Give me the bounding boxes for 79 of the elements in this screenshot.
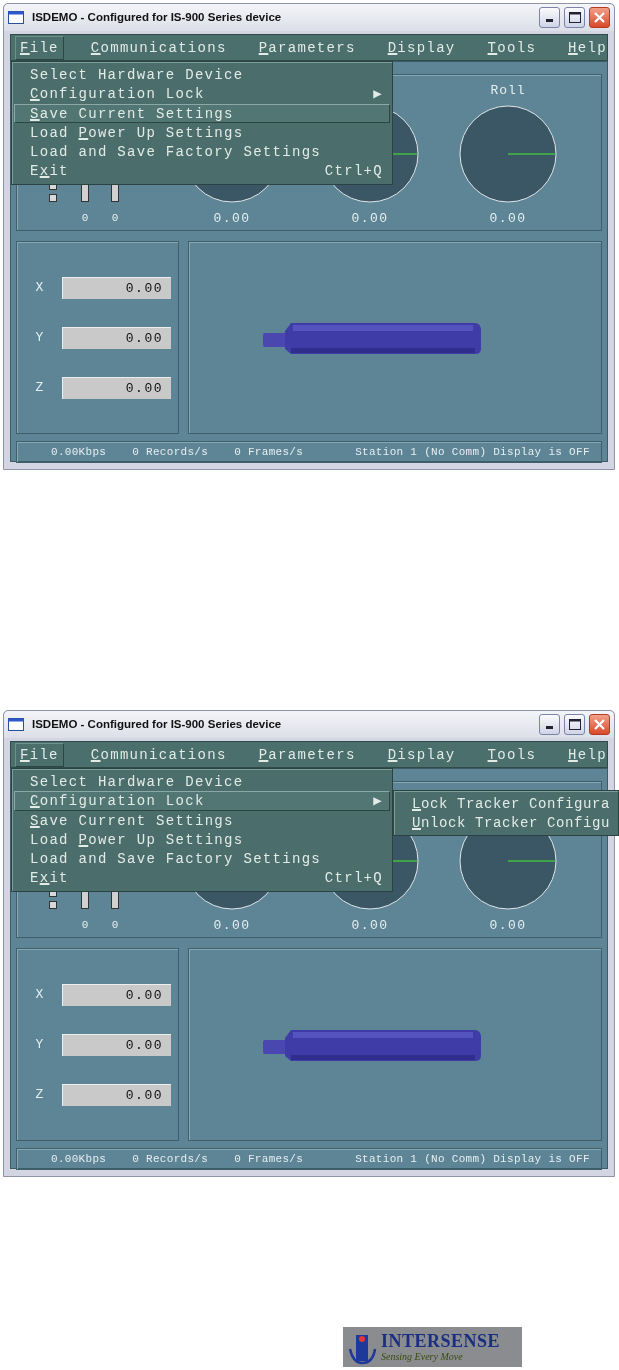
menu-item[interactable]: Load P ower Up Settings — [14, 122, 390, 143]
menu-item[interactable]: Communications — [85, 35, 232, 60]
menu-item[interactable]: Select Hardware Device — [14, 65, 390, 85]
minimize-icon — [546, 19, 553, 22]
logo-wordmark: INTERSENSE — [381, 1331, 501, 1351]
submenu-arrow: ▶ — [373, 792, 383, 810]
menu-item[interactable]: Load and Save Factory Settings — [14, 849, 390, 869]
maximize-button[interactable] — [564, 7, 585, 28]
status-text: 0.00Kbps — [51, 444, 107, 460]
gauge-value: 0 — [111, 211, 119, 226]
axis-label: Z — [34, 379, 45, 398]
minimize-button[interactable] — [539, 714, 560, 735]
shortcut-text: Ctrl+Q — [324, 869, 383, 887]
maximize-button[interactable] — [564, 714, 585, 735]
menu-item[interactable]: Parameters — [253, 35, 361, 60]
close-icon — [594, 719, 605, 730]
status-text: 0 Frames/s — [234, 1151, 304, 1167]
dial-reading: 0.00 — [489, 211, 527, 227]
submenu-arrow: ▶ — [373, 85, 383, 103]
status-text: 0.00Kbps — [51, 1151, 107, 1167]
menu-item[interactable]: Save Current Settings — [14, 810, 390, 830]
menu-item[interactable]: Display — [382, 35, 461, 60]
close-icon — [594, 12, 605, 23]
axis-label: Y — [34, 1036, 45, 1055]
axis-label: X — [34, 986, 45, 1005]
close-button[interactable] — [589, 714, 610, 735]
menu-item[interactable]: Tools — [482, 35, 542, 60]
shortcut-text: Ctrl+Q — [324, 162, 383, 180]
status-text: 0 Frames/s — [234, 444, 304, 460]
menu-item[interactable]: Select Hardware Device — [14, 772, 390, 792]
value-field: 0.00 — [62, 1034, 171, 1056]
logo-tagline: Sensing Every Move — [381, 1350, 464, 1363]
minimize-icon — [546, 726, 553, 729]
app-icon — [8, 11, 24, 24]
minimize-button[interactable] — [539, 7, 560, 28]
axis-label: Z — [34, 1086, 45, 1105]
menu-item[interactable]: Parameters — [253, 742, 361, 767]
maximize-icon — [568, 12, 581, 23]
app-icon — [8, 718, 24, 731]
dial-reading: 0.00 — [213, 211, 251, 227]
value-field: 0.00 — [62, 1084, 171, 1106]
gauge-value: 0 — [81, 918, 89, 933]
value-field: 0.00 — [62, 327, 171, 349]
status-text: Station 1 (No Comm) Display is OFF — [355, 444, 590, 460]
close-button[interactable] — [589, 7, 610, 28]
menu-item[interactable]: Lock Tracker Configura — [396, 794, 618, 813]
value-field: 0.00 — [62, 277, 171, 299]
status-text: Station 1 (No Comm) Display is OFF — [355, 1151, 590, 1167]
value-field: 0.00 — [62, 377, 171, 399]
maximize-icon — [568, 719, 581, 730]
menu-item[interactable]: Exit Ctrl+Q — [14, 161, 390, 181]
status-text: 0 Records/s — [132, 444, 209, 460]
dial-label: Roll — [490, 82, 526, 100]
menu-item[interactable]: Load and Save Factory Settings — [14, 142, 390, 162]
menu-item[interactable]: Help — [563, 35, 612, 60]
menu-item[interactable]: Load P ower Up Settings — [14, 829, 390, 850]
menu-item[interactable]: Help — [563, 742, 612, 767]
gauge-value: 0 — [111, 918, 119, 933]
menu-item[interactable]: Communications — [85, 742, 232, 767]
menu-item[interactable]: Display — [382, 742, 461, 767]
window-title: ISDEMO - Configured for IS-900 Series device — [32, 9, 283, 25]
dial-reading: 0.00 — [351, 918, 389, 934]
axis-label: Y — [34, 329, 45, 348]
menu-item[interactable]: Save Current Settings — [14, 103, 390, 123]
menu-item[interactable]: File — [15, 742, 64, 767]
menu-item[interactable]: Unlock Tracker Configu — [396, 813, 618, 832]
menu-item[interactable]: Configuration Lock ▶ — [14, 84, 390, 104]
value-field: 0.00 — [62, 984, 171, 1006]
menu-item[interactable]: Configuration Lock ▶ — [14, 791, 390, 811]
dial-reading: 0.00 — [351, 211, 389, 227]
dial-reading: 0.00 — [489, 918, 527, 934]
status-text: 0 Records/s — [132, 1151, 209, 1167]
axis-label: X — [34, 279, 45, 298]
dial-reading: 0.00 — [213, 918, 251, 934]
menu-item[interactable]: Tools — [482, 742, 542, 767]
menu-item[interactable]: Exit Ctrl+Q — [14, 868, 390, 888]
menu-item[interactable]: File — [15, 35, 64, 60]
window-title: ISDEMO - Configured for IS-900 Series device — [32, 716, 283, 732]
gauge-value: 0 — [81, 211, 89, 226]
